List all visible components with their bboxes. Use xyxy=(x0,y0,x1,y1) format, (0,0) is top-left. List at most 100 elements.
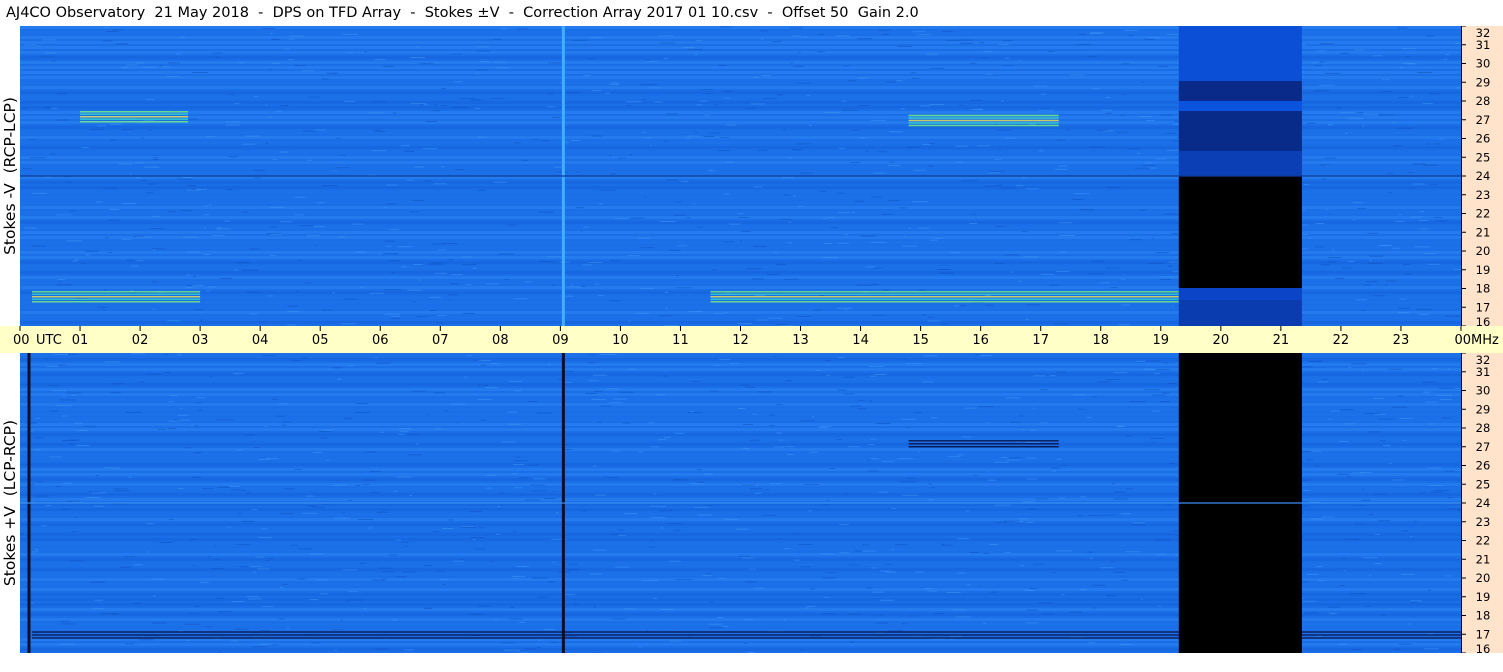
spectrogram-noise xyxy=(1328,606,1341,608)
spectrogram-noise xyxy=(524,499,541,501)
spectrogram-noise xyxy=(452,106,468,108)
spectrogram-noise xyxy=(192,564,197,566)
feature-emission-band xyxy=(908,119,1059,122)
spectrogram-noise xyxy=(288,58,295,60)
spectrogram-noise xyxy=(636,312,650,314)
spectrogram-noise xyxy=(1056,270,1070,272)
spectrogram-noise xyxy=(523,566,526,568)
spectrogram-noise xyxy=(740,240,743,242)
spectrogram-noise xyxy=(1447,368,1451,370)
spectrogram-noise xyxy=(969,552,980,554)
spectrogram-noise xyxy=(424,564,432,566)
spectrogram-noise xyxy=(295,214,305,216)
spectrogram-noise xyxy=(803,484,820,486)
spectrogram-noise xyxy=(849,564,860,566)
spectrogram-noise xyxy=(1088,273,1105,275)
spectrogram-noise xyxy=(996,129,1012,131)
spectrogram-noise xyxy=(362,484,370,486)
spectrogram-noise xyxy=(650,517,665,519)
feature-emission-band xyxy=(710,298,1179,300)
spectrogram-noise xyxy=(1032,407,1036,409)
spectrogram-noise xyxy=(752,587,765,589)
spectrogram-noise xyxy=(897,45,913,47)
spectrogram-noise xyxy=(480,364,486,366)
spectrogram-noise xyxy=(882,289,890,291)
time-tick-label: 09 xyxy=(552,333,569,348)
spectrogram-noise xyxy=(1042,613,1054,615)
time-axis: 00 01 02 03 04 05 06 07 08 09 10 11 12 13 14 15 16 17 18 19… xyxy=(0,326,1503,353)
spectrogram-noise xyxy=(1020,565,1024,567)
spectrogram-noise xyxy=(324,429,334,431)
spectrogram-noise xyxy=(1395,221,1405,223)
spectrogram-noise xyxy=(838,523,849,525)
spectrogram-noise xyxy=(264,426,268,428)
spectrogram-noise xyxy=(552,561,555,563)
time-tick-label: 13 xyxy=(792,333,809,348)
spectrogram-noise xyxy=(1159,278,1172,280)
spectrogram-noise xyxy=(987,471,990,473)
spectrogram-noise xyxy=(472,538,476,540)
spectrogram-noise xyxy=(92,608,105,610)
feature-emission-band xyxy=(908,117,1059,119)
spectrogram-noise xyxy=(307,505,317,507)
spectrogram-noise xyxy=(1341,557,1347,559)
spectrogram-noise xyxy=(1444,470,1455,472)
spectrogram-noise xyxy=(192,276,197,278)
spectrogram-noise xyxy=(434,428,442,430)
spectrogram-noise xyxy=(431,243,446,245)
spectrogram-noise xyxy=(764,489,770,491)
spectrogram-noise xyxy=(212,235,225,237)
spectrogram-noise xyxy=(1110,287,1118,289)
bottom-spectrogram xyxy=(20,353,1461,653)
top-spectrogram-svg xyxy=(20,26,1461,326)
spectrogram-noise xyxy=(822,218,828,220)
spectrogram-noise xyxy=(922,143,931,145)
spectrogram-noise xyxy=(1359,504,1365,506)
spectrogram-noise xyxy=(41,525,47,527)
spectrogram-noise xyxy=(478,359,491,361)
spectrogram-noise xyxy=(1398,395,1404,397)
spectrogram-noise xyxy=(924,588,933,590)
spectrogram-noise xyxy=(1392,406,1408,408)
spectrogram-noise xyxy=(141,179,147,181)
spectrogram-noise xyxy=(205,136,216,138)
spectrogram-noise xyxy=(235,449,243,451)
spectrogram-noise xyxy=(504,649,520,651)
spectrogram-noise xyxy=(843,376,855,378)
spectrogram-noise xyxy=(69,210,77,212)
spectrogram-noise xyxy=(348,499,352,501)
spectrogram-noise xyxy=(45,358,49,360)
spectrogram-noise xyxy=(1086,551,1094,553)
spectrogram-noise xyxy=(837,356,845,358)
spectrogram-noise xyxy=(758,391,773,393)
spectrogram-noise xyxy=(687,137,691,139)
spectrogram-noise xyxy=(842,109,858,111)
spectrogram-noise xyxy=(504,279,510,281)
spectrogram-noise xyxy=(62,508,69,510)
spectrogram-noise xyxy=(51,108,58,110)
spectrogram-noise xyxy=(867,470,879,472)
spectrogram-noise xyxy=(1116,425,1125,427)
spectrogram-noise xyxy=(225,124,240,126)
spectrogram-noise xyxy=(1143,368,1157,370)
spectrogram-noise xyxy=(419,104,423,106)
spectrogram-noise xyxy=(262,605,274,607)
spectrogram-noise xyxy=(987,479,996,481)
spectrogram-noise xyxy=(1343,570,1346,572)
spectrogram-noise xyxy=(229,419,235,421)
spectrogram-noise xyxy=(1120,644,1133,646)
spectrogram-noise xyxy=(993,262,1004,264)
spectrogram-noise xyxy=(680,181,689,183)
spectrogram-noise xyxy=(718,64,727,66)
spectrogram-noise xyxy=(837,212,850,214)
spectrogram-noise xyxy=(532,138,538,140)
time-tick-label: 01 xyxy=(72,333,89,348)
spectrogram-noise xyxy=(1372,397,1384,399)
spectrogram-noise xyxy=(640,84,657,86)
spectrogram-noise xyxy=(974,354,981,356)
spectrogram-noise xyxy=(1319,164,1330,166)
spectrogram-noise xyxy=(341,512,345,514)
spectrogram-noise xyxy=(403,649,414,651)
spectrogram-noise xyxy=(238,62,245,64)
spectrogram-noise xyxy=(793,559,800,561)
